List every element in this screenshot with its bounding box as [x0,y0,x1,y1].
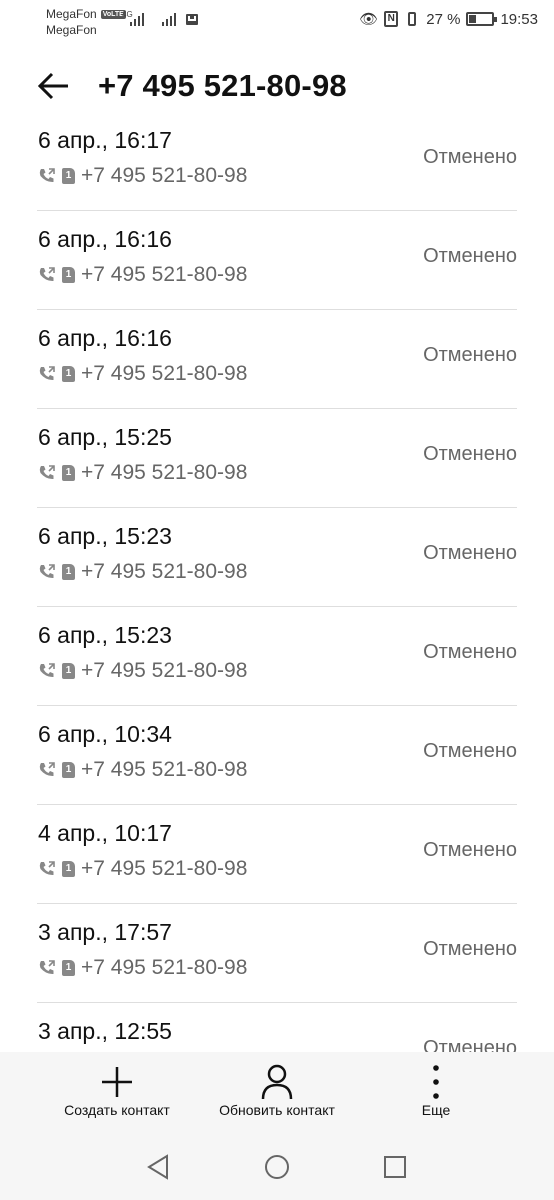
call-log-item[interactable]: 6 апр., 16:17 1 +7 495 521-80-98 Отменен… [0,112,554,211]
sim-card-icon: 1 [62,366,75,382]
call-details: 1 +7 495 521-80-98 [38,461,247,485]
call-number: +7 495 521-80-98 [81,362,248,385]
call-date: 3 апр., 12:55 [38,1018,172,1044]
navigation-bar [0,1132,554,1200]
sim-card-icon: 1 [62,564,75,580]
call-date: 6 апр., 15:23 [38,622,172,648]
call-number: +7 495 521-80-98 [81,560,248,583]
vibrate-icon [404,11,420,27]
call-date: 6 апр., 16:16 [38,325,172,351]
call-date: 3 апр., 17:57 [38,919,172,945]
outgoing-call-icon [39,960,55,975]
create-contact-label: Создать контакт [64,1102,170,1118]
call-number: +7 495 521-80-98 [81,659,248,682]
outgoing-call-icon [39,366,55,381]
call-status: Отменено [423,542,517,564]
outgoing-call-icon [39,861,55,876]
status-bar: MegaFon VoLTE MegaFon 4G 👁 N 27 % 19:53 [0,0,554,44]
outgoing-call-icon [39,564,55,579]
call-log-item[interactable]: 6 апр., 16:16 1 +7 495 521-80-98 Отменен… [0,310,554,409]
call-status: Отменено [423,146,517,168]
outgoing-call-icon [39,267,55,282]
call-status: Отменено [423,740,517,762]
call-status: Отменено [423,245,517,267]
call-log-item[interactable]: 3 апр., 17:57 1 +7 495 521-80-98 Отменен… [0,904,554,1003]
call-details: 1 +7 495 521-80-98 [38,956,247,980]
outgoing-call-icon [39,663,55,678]
outgoing-call-icon [39,762,55,777]
mail-icon [186,14,198,25]
call-number: +7 495 521-80-98 [81,857,248,880]
call-status: Отменено [423,1037,517,1052]
call-details: 1 +7 495 521-80-98 [38,758,247,782]
carrier-2-label: MegaFon [46,23,97,37]
call-details: 1 +7 495 521-80-98 [38,164,247,188]
battery-icon [466,12,498,26]
plus-icon [102,1067,132,1097]
header: +7 495 521-80-98 [0,62,554,110]
person-icon [261,1064,293,1100]
back-button[interactable] [34,66,74,106]
status-right: 👁 N 27 % 19:53 [359,10,538,29]
call-status: Отменено [423,344,517,366]
signal-1-icon [130,12,144,26]
call-details: 1 +7 495 521-80-98 [38,560,247,584]
call-log-item[interactable]: 6 апр., 15:23 1 +7 495 521-80-98 Отменен… [0,508,554,607]
more-button[interactable]: Еще [406,1062,466,1118]
call-status: Отменено [423,938,517,960]
create-contact-button[interactable]: Создать контакт [50,1062,184,1118]
call-date: 4 апр., 10:17 [38,820,172,846]
sim-card-icon: 1 [62,960,75,976]
arrow-left-icon [37,72,68,100]
triangle-back-icon[interactable] [145,1154,171,1180]
call-date: 6 апр., 10:34 [38,721,172,747]
carrier-info: MegaFon VoLTE MegaFon [46,6,126,38]
more-label: Еще [421,1102,451,1118]
square-recents-icon[interactable] [382,1154,408,1180]
eye-icon: 👁 [359,11,379,28]
call-date: 6 апр., 15:25 [38,424,172,450]
call-status: Отменено [423,641,517,663]
page-title: +7 495 521-80-98 [98,68,347,103]
clock: 19:53 [500,10,538,28]
call-log-item[interactable]: 6 апр., 16:16 1 +7 495 521-80-98 Отменен… [0,211,554,310]
nfc-icon: N [384,11,399,27]
sim-card-icon: 1 [62,663,75,679]
signal-2-icon [162,12,176,26]
sim-card-icon: 1 [62,168,75,184]
update-contact-label: Обновить контакт [219,1102,335,1118]
circle-home-icon[interactable] [264,1154,290,1180]
call-details: 1 +7 495 521-80-98 [38,857,247,881]
call-date: 6 апр., 16:16 [38,226,172,252]
call-details: 1 +7 495 521-80-98 [38,263,247,287]
outgoing-call-icon [39,465,55,480]
call-log-item[interactable]: 4 апр., 10:17 1 +7 495 521-80-98 Отменен… [0,805,554,904]
call-details: 1 +7 495 521-80-98 [38,659,247,683]
call-number: +7 495 521-80-98 [81,164,248,187]
call-log-item[interactable]: 6 апр., 10:34 1 +7 495 521-80-98 Отменен… [0,706,554,805]
call-history-list[interactable]: 6 апр., 16:17 1 +7 495 521-80-98 Отменен… [0,112,554,1052]
call-log-item[interactable]: 6 апр., 15:23 1 +7 495 521-80-98 Отменен… [0,607,554,706]
more-vertical-icon [433,1065,439,1099]
sim-card-icon: 1 [62,465,75,481]
battery-percent: 27 % [426,10,461,28]
call-status: Отменено [423,839,517,861]
sim-card-icon: 1 [62,267,75,283]
call-number: +7 495 521-80-98 [81,263,248,286]
action-bar: Создать контакт Обновить контакт Еще [0,1052,554,1132]
call-number: +7 495 521-80-98 [81,956,248,979]
call-log-item[interactable]: 6 апр., 15:25 1 +7 495 521-80-98 Отменен… [0,409,554,508]
sim-card-icon: 1 [62,762,75,778]
call-date: 6 апр., 15:23 [38,523,172,549]
call-status: Отменено [423,443,517,465]
update-contact-button[interactable]: Обновить контакт [204,1062,350,1118]
call-number: +7 495 521-80-98 [81,461,248,484]
call-date: 6 апр., 16:17 [38,127,172,153]
sim-card-icon: 1 [62,861,75,877]
call-number: +7 495 521-80-98 [81,758,248,781]
carrier-1-label: MegaFon [46,7,97,21]
call-details: 1 +7 495 521-80-98 [38,362,247,386]
outgoing-call-icon [39,168,55,183]
call-log-item[interactable]: 3 апр., 12:55 1 +7 495 521-80-98 Отменен… [0,1003,554,1052]
